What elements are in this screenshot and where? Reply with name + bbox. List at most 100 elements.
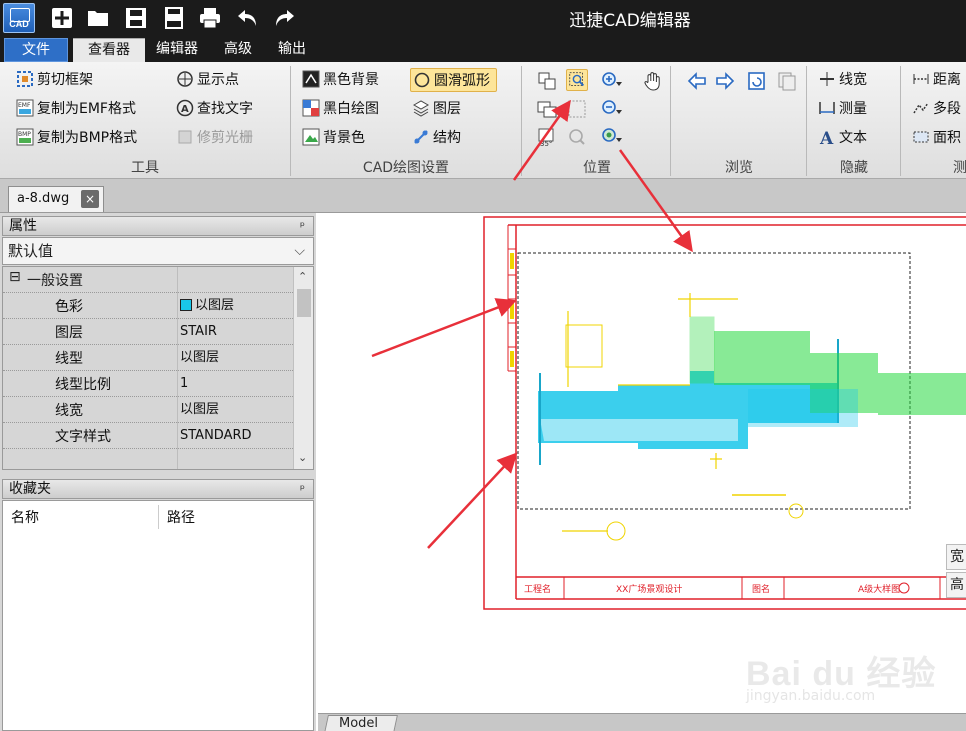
redo-icon[interactable] — [272, 6, 296, 30]
watermark: Bai du 经验 jingyan.baidu.com — [738, 630, 958, 710]
tab-editor[interactable]: 编辑器 — [150, 38, 204, 62]
close-icon[interactable]: × — [81, 190, 99, 208]
zoom-previous-icon[interactable] — [566, 126, 588, 148]
property-row[interactable]: 线宽 以图层 — [3, 397, 293, 423]
column-header-path[interactable]: 路径 — [167, 507, 195, 527]
undo-icon[interactable] — [236, 6, 260, 30]
line-width-toggle[interactable]: 线宽 — [818, 68, 867, 92]
black-white-drawing-button[interactable]: 黑白绘图 — [302, 97, 379, 121]
tab-viewer[interactable]: 查看器 — [73, 38, 145, 62]
property-row[interactable]: 线型 以图层 — [3, 345, 293, 371]
color-swatch — [180, 299, 192, 311]
title-block-label: 图名 — [752, 583, 770, 595]
tab-file[interactable]: 文件 — [4, 38, 68, 62]
distance-button[interactable]: 距离 — [912, 68, 961, 92]
save-icon[interactable] — [124, 6, 148, 30]
tab-advanced[interactable]: 高级 — [216, 38, 260, 62]
scrollbar-thumb[interactable] — [297, 289, 311, 317]
smooth-arc-icon — [414, 72, 430, 88]
zoom-dynamic-icon[interactable] — [600, 126, 622, 148]
scroll-down-icon[interactable]: ⌄ — [298, 451, 307, 464]
print-icon[interactable] — [198, 6, 222, 30]
cad-note-box — [565, 324, 603, 368]
smooth-arc-button[interactable]: 圆滑弧形 — [410, 68, 497, 92]
property-row[interactable]: 线型比例 1 — [3, 371, 293, 397]
new-file-icon[interactable] — [50, 6, 74, 30]
title-bar: CAD 迅捷CAD编辑器 — [0, 0, 966, 36]
measure-label: 测量 — [839, 101, 867, 117]
property-value-text: 以图层 — [195, 298, 235, 313]
model-tab[interactable]: Model — [324, 715, 398, 731]
property-name: 线型比例 — [55, 377, 111, 393]
properties-scrollbar[interactable]: ⌃ ⌄ — [293, 267, 313, 469]
properties-title: 属性 — [9, 218, 37, 234]
pin-icon[interactable]: ᵖ — [300, 217, 305, 235]
document-tab[interactable]: a-8.dwg × — [8, 186, 104, 212]
polyline-measure-button[interactable]: 多段 — [912, 97, 961, 121]
section-value-cell — [177, 267, 293, 293]
zoom-extents-icon[interactable] — [566, 98, 588, 120]
property-value[interactable]: 1 — [177, 371, 293, 397]
text-label: 文本 — [839, 130, 867, 146]
open-folder-icon[interactable] — [86, 6, 110, 30]
property-name: 线宽 — [55, 403, 83, 419]
previous-view-icon[interactable] — [536, 98, 558, 120]
group-label-tools: 工具 — [131, 160, 159, 176]
group-label-hide: 隐藏 — [840, 160, 868, 176]
zoom-window-icon[interactable] — [566, 69, 588, 91]
property-row[interactable]: 图层 STAIR — [3, 319, 293, 345]
text-toggle[interactable]: A 文本 — [818, 126, 867, 150]
property-row[interactable]: 文字样式 STANDARD — [3, 423, 293, 449]
arrow-left-icon[interactable] — [686, 70, 708, 92]
property-row[interactable]: 色彩 以图层 — [3, 293, 293, 319]
property-value[interactable]: 以图层 — [177, 293, 293, 319]
property-value[interactable]: STANDARD — [177, 423, 293, 449]
background-color-icon — [302, 128, 320, 146]
cad-concrete-green — [714, 331, 810, 385]
property-value[interactable]: 以图层 — [177, 345, 293, 371]
save-pdf-icon[interactable] — [162, 6, 186, 30]
text-a-icon: A — [819, 129, 834, 146]
background-color-button[interactable]: 背景色 — [302, 126, 365, 150]
pin-icon[interactable]: ᵖ — [300, 480, 305, 498]
copy-emf-button[interactable]: EMF 复制为EMF格式 — [16, 97, 136, 121]
tab-output[interactable]: 输出 — [270, 38, 314, 62]
measure-toggle[interactable]: 测量 — [818, 97, 867, 121]
rotate-view-icon[interactable]: 35° — [536, 126, 558, 148]
document-tab-strip: a-8.dwg × — [0, 179, 966, 213]
app-logo-icon[interactable]: CAD — [3, 3, 35, 33]
fit-drawing-icon[interactable] — [536, 70, 558, 92]
distance-icon — [913, 74, 929, 84]
property-row — [3, 449, 293, 469]
area-button[interactable]: 面积 — [912, 126, 961, 150]
group-label-cad-settings: CAD绘图设置 — [362, 160, 450, 176]
collapse-icon[interactable]: ⊟ — [9, 269, 21, 285]
page-copy-icon[interactable] — [776, 70, 798, 92]
property-value[interactable]: 以图层 — [177, 397, 293, 423]
properties-dropdown[interactable]: 默认值 ⌵ — [2, 237, 314, 265]
pan-hand-icon[interactable] — [642, 70, 664, 92]
layers-button[interactable]: 图层 — [412, 97, 461, 121]
clip-frame-button[interactable]: 剪切框架 — [16, 68, 93, 92]
copy-bmp-button[interactable]: BMP 复制为BMP格式 — [16, 126, 137, 150]
column-header-name[interactable]: 名称 — [11, 507, 39, 527]
favorites-list: 名称 路径 — [2, 500, 314, 731]
black-white-icon — [302, 99, 320, 117]
scroll-up-icon[interactable]: ⌃ — [298, 270, 307, 283]
find-text-button[interactable]: A 查找文字 — [176, 97, 253, 121]
layers-label: 图层 — [433, 101, 461, 117]
black-background-button[interactable]: 黑色背景 — [302, 68, 379, 92]
black-background-icon — [302, 70, 320, 88]
zoom-in-icon[interactable] — [600, 70, 622, 92]
title-block-drawing-name: A级大样图 — [858, 583, 900, 595]
arrow-right-icon[interactable] — [714, 70, 736, 92]
trim-raster-button[interactable]: 修剪光栅 — [176, 126, 253, 150]
zoom-out-icon[interactable] — [600, 98, 622, 120]
refresh-page-icon[interactable] — [746, 70, 768, 92]
structure-button[interactable]: 结构 — [412, 126, 461, 150]
clip-frame-label: 剪切框架 — [37, 72, 93, 88]
property-name: 线型 — [55, 351, 83, 367]
section-row[interactable]: ⊟ 一般设置 — [3, 267, 293, 293]
property-value[interactable]: STAIR — [177, 319, 293, 345]
show-points-button[interactable]: 显示点 — [176, 68, 239, 92]
